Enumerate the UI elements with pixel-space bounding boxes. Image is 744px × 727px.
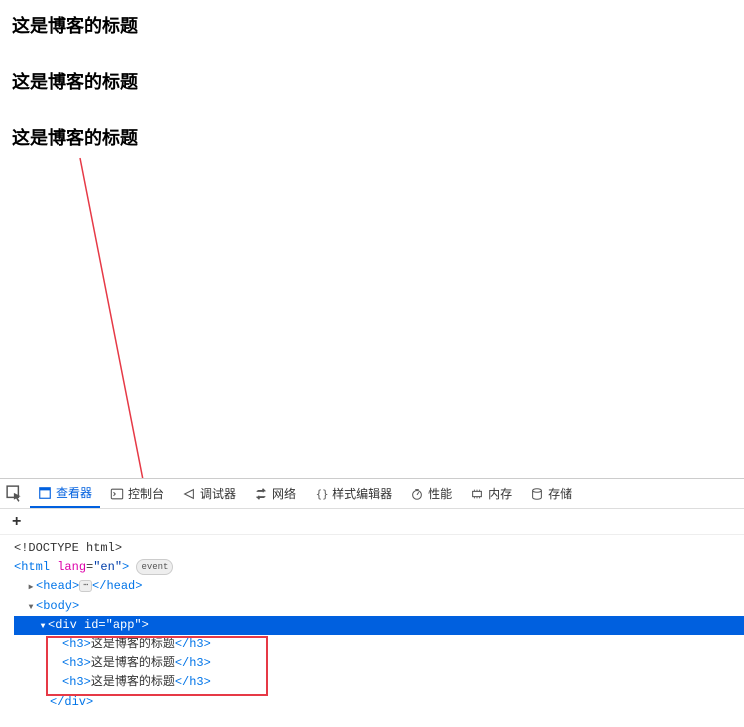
devtools-tab-bar: 查看器 控制台 调试器 网络 {} 样式编辑器 性能 内存 存储 — [0, 479, 744, 509]
tab-performance[interactable]: 性能 — [402, 479, 460, 508]
rendered-page: 这是博客的标题 这是博客的标题 这是博客的标题 — [0, 0, 744, 188]
dom-head[interactable]: <head>⋯</head> — [14, 577, 744, 596]
tab-memory[interactable]: 内存 — [462, 479, 520, 508]
blog-title-heading: 这是博客的标题 — [12, 68, 732, 94]
devtools-subbar: + — [0, 509, 744, 535]
expand-icon[interactable] — [26, 577, 36, 596]
dom-div-close[interactable]: </div> — [14, 693, 744, 712]
style-editor-icon: {} — [314, 487, 328, 501]
dom-tree[interactable]: <!DOCTYPE html> <html lang="en"> event <… — [0, 535, 744, 716]
performance-icon — [410, 487, 424, 501]
collapse-icon[interactable] — [26, 597, 36, 616]
dom-h3-3[interactable]: <h3>这是博客的标题</h3> — [14, 673, 744, 692]
tab-network[interactable]: 网络 — [246, 479, 304, 508]
element-picker-icon[interactable] — [6, 485, 24, 503]
dom-h3-2[interactable]: <h3>这是博客的标题</h3> — [14, 654, 744, 673]
dom-body-open[interactable]: <body> — [14, 597, 744, 616]
memory-icon — [470, 487, 484, 501]
tab-label: 存储 — [548, 485, 572, 502]
tab-label: 查看器 — [56, 484, 92, 501]
storage-icon — [530, 487, 544, 501]
add-button[interactable]: + — [8, 513, 25, 531]
svg-text:{}: {} — [316, 488, 328, 500]
debugger-icon — [182, 487, 196, 501]
tab-label: 内存 — [488, 485, 512, 502]
tab-console[interactable]: 控制台 — [102, 479, 172, 508]
blog-title-heading: 这是博客的标题 — [12, 124, 732, 150]
ellipsis-icon[interactable]: ⋯ — [79, 580, 92, 592]
dom-html-open[interactable]: <html lang="en"> event — [14, 558, 744, 577]
tab-inspector[interactable]: 查看器 — [30, 479, 100, 508]
blog-title-heading: 这是博客的标题 — [12, 12, 732, 38]
tab-debugger[interactable]: 调试器 — [174, 479, 244, 508]
event-badge[interactable]: event — [136, 559, 173, 575]
tab-label: 控制台 — [128, 485, 164, 502]
console-icon — [110, 487, 124, 501]
collapse-icon[interactable] — [38, 616, 48, 635]
tab-label: 性能 — [428, 485, 452, 502]
tab-storage[interactable]: 存储 — [522, 479, 580, 508]
inspector-icon — [38, 486, 52, 500]
dom-doctype[interactable]: <!DOCTYPE html> — [14, 539, 744, 558]
dom-div-app[interactable]: <div id="app"> — [14, 616, 744, 635]
devtools-panel: 查看器 控制台 调试器 网络 {} 样式编辑器 性能 内存 存储 — [0, 478, 744, 727]
network-icon — [254, 487, 268, 501]
tab-label: 样式编辑器 — [332, 485, 392, 502]
dom-h3-1[interactable]: <h3>这是博客的标题</h3> — [14, 635, 744, 654]
tab-style-editor[interactable]: {} 样式编辑器 — [306, 479, 400, 508]
tab-label: 网络 — [272, 485, 296, 502]
tab-label: 调试器 — [200, 485, 236, 502]
